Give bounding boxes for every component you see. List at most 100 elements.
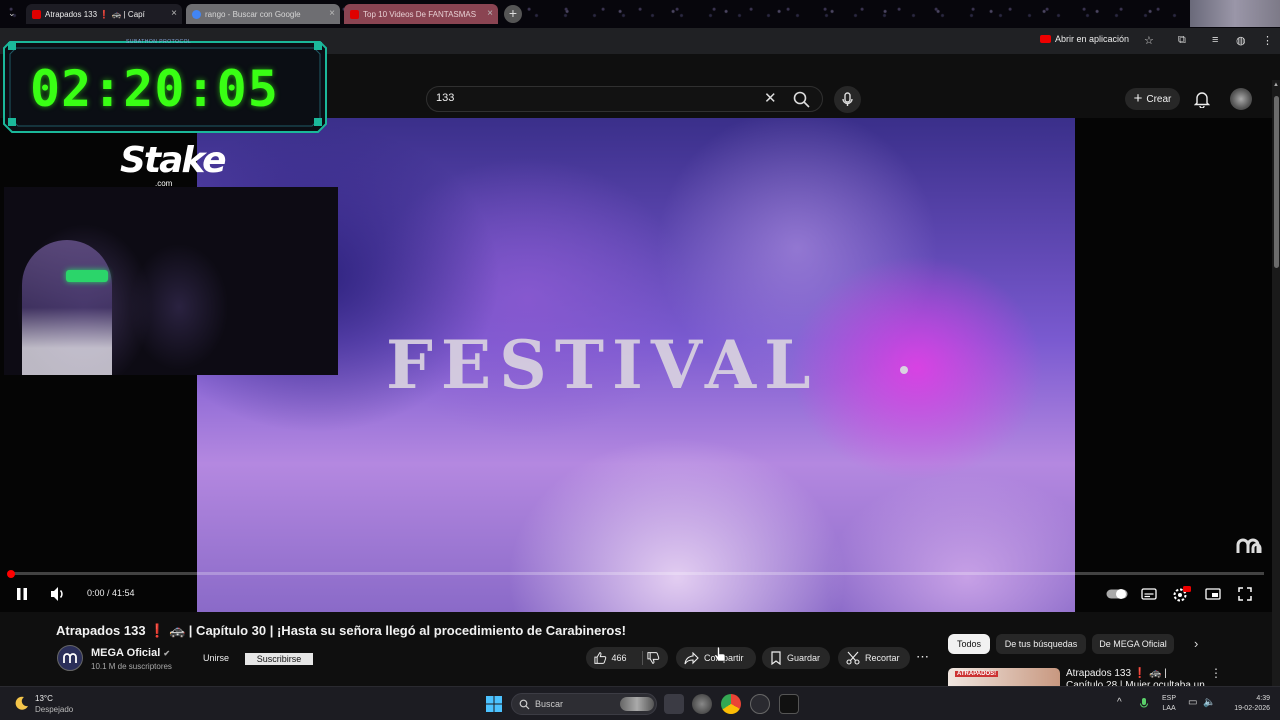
streamer-glasses: [66, 270, 108, 282]
pause-icon[interactable]: [16, 587, 28, 601]
youtube-favicon-icon: [32, 9, 41, 19]
save-label: Guardar: [787, 653, 821, 663]
close-tab-icon[interactable]: ×: [171, 8, 177, 19]
subscribe-button[interactable]: Suscribirse: [245, 653, 313, 665]
video-frame-dot: [900, 366, 908, 374]
fullscreen-icon[interactable]: [1238, 587, 1252, 601]
youtube-app-icon: [1040, 35, 1051, 43]
video-title-rest: 🚓 | Capítulo 30 | ¡Hasta su señora llegó…: [165, 623, 626, 638]
like-icon[interactable]: [594, 651, 607, 665]
clear-search-icon[interactable]: ✕: [764, 89, 777, 107]
save-button[interactable]: Guardar: [762, 647, 830, 669]
browser-menu-icon[interactable]: ⋮: [1262, 34, 1273, 47]
tray-overflow-chevron-icon[interactable]: ^: [1117, 697, 1122, 708]
channel-avatar[interactable]: [57, 645, 83, 671]
join-button[interactable]: Unirse: [195, 653, 237, 665]
tab-fantasmas[interactable]: Top 10 Videos De FANTASMAS ×: [344, 4, 498, 24]
timer-label: SUBATHON PROTOCOL: [126, 39, 192, 45]
extensions-icon[interactable]: ⧉: [1178, 34, 1186, 47]
window-thumbnail: [1190, 0, 1280, 27]
scroll-up-arrow-icon[interactable]: ▲: [1273, 82, 1279, 88]
mouse-cursor-icon: [714, 646, 726, 662]
dislike-icon[interactable]: [647, 651, 660, 665]
thumbnail-tag: ATRAPADOS!: [955, 671, 999, 677]
speaker-icon[interactable]: 🔈: [1203, 697, 1215, 708]
autoplay-toggle-icon[interactable]: [1106, 588, 1128, 600]
create-button[interactable]: + Crear: [1125, 88, 1180, 110]
user-avatar[interactable]: [1230, 88, 1252, 110]
search-highlight-image: [620, 697, 654, 711]
progress-bar[interactable]: [10, 572, 1264, 575]
tab-atrapados[interactable]: Atrapados 133 ❗ 🚓 | Capí ×: [26, 4, 182, 24]
verified-badge-icon: ✔: [163, 649, 171, 658]
more-actions-button[interactable]: ⋯: [916, 649, 929, 665]
scissors-icon: [846, 651, 860, 665]
taskbar-search-label: Buscar: [535, 699, 564, 709]
profile-icon[interactable]: ◍: [1236, 34, 1246, 47]
taskbar-clock[interactable]: 4:39 19-02-2026: [1226, 694, 1270, 714]
language-indicator[interactable]: ESP LAA: [1162, 694, 1176, 714]
clock-time: 4:39: [1256, 695, 1270, 702]
subathon-timer: 02:20:05: [30, 60, 279, 118]
task-view-icon[interactable]: [664, 694, 684, 714]
channel-name-text[interactable]: MEGA Oficial: [91, 647, 160, 659]
reading-list-icon[interactable]: ≡: [1212, 34, 1218, 46]
streamer-figure: [22, 240, 112, 375]
moon-weather-icon[interactable]: [14, 695, 30, 711]
like-divider: [641, 651, 643, 665]
clock-date: 19-02-2026: [1234, 705, 1270, 712]
taskbar-search-icon: [519, 699, 530, 710]
search-query[interactable]: 133: [436, 92, 454, 104]
new-tab-button[interactable]: +: [504, 5, 522, 23]
bookmark-star-icon[interactable]: ☆: [1144, 34, 1154, 47]
weather-temperature[interactable]: 13°C: [35, 694, 53, 703]
subtitles-icon[interactable]: [1141, 588, 1157, 600]
chip-from-searches[interactable]: De tus búsquedas: [996, 634, 1086, 654]
network-icon[interactable]: ▭: [1188, 697, 1197, 708]
save-bookmark-icon: [771, 651, 781, 665]
close-tab-icon[interactable]: ×: [329, 8, 335, 19]
progress-scrubber[interactable]: [7, 570, 15, 578]
settings-gear-icon[interactable]: [1172, 585, 1192, 603]
recommendation-menu-icon[interactable]: ⋮: [1210, 666, 1222, 680]
language-code: ESP: [1162, 695, 1177, 702]
video-title-prefix: Atrapados 133: [56, 623, 150, 638]
tab-title: Atrapados 133 ❗ 🚓 | Capí: [45, 9, 145, 19]
voice-search-button[interactable]: [834, 86, 861, 113]
weather-description[interactable]: Despejado: [35, 705, 73, 714]
stake-logo: Stake: [120, 140, 227, 181]
epic-games-icon[interactable]: [779, 694, 799, 714]
open-in-app-button[interactable]: Abrir en aplicación: [1040, 34, 1129, 44]
scrollbar-thumb[interactable]: [1274, 96, 1279, 268]
close-tab-icon[interactable]: ×: [487, 8, 493, 19]
chip-all[interactable]: Todos: [948, 634, 990, 654]
plus-icon: +: [1133, 90, 1143, 107]
video-frame-text: FESTIVAL: [386, 326, 819, 404]
open-in-app-label: Abrir en aplicación: [1055, 34, 1130, 44]
media-player-icon[interactable]: [750, 694, 770, 714]
share-icon: [684, 651, 699, 664]
like-count[interactable]: 466: [612, 653, 627, 663]
theater-mode-icon[interactable]: [1205, 588, 1221, 600]
tab-search-chevron-icon[interactable]: ⌄: [8, 8, 16, 19]
clip-label: Recortar: [865, 653, 900, 663]
chrome-icon[interactable]: [721, 694, 741, 714]
volume-icon[interactable]: [49, 586, 67, 602]
search-icon[interactable]: [792, 90, 812, 110]
tab-title: Top 10 Videos De FANTASMAS: [363, 9, 477, 19]
clip-button[interactable]: Recortar: [838, 647, 910, 669]
chips-next-chevron-icon[interactable]: ›: [1194, 636, 1198, 651]
mega-channel-icon: [63, 653, 77, 663]
video-title: Atrapados 133 ❗ 🚓 | Capítulo 30 | ¡Hasta…: [56, 623, 626, 639]
create-label: Crear: [1146, 93, 1172, 105]
tab-title: rango - Buscar con Google: [205, 9, 301, 19]
subscriber-count: 10.1 M de suscriptores: [91, 662, 172, 671]
time-display: 0:00 / 41:54: [87, 588, 135, 598]
channel-name[interactable]: MEGA Oficial ✔: [91, 647, 170, 659]
chip-from-mega[interactable]: De MEGA Oficial: [1092, 634, 1174, 654]
app-icon[interactable]: [692, 694, 712, 714]
tray-microphone-icon[interactable]: [1139, 697, 1149, 711]
tab-google-search[interactable]: rango - Buscar con Google ×: [186, 4, 340, 24]
notifications-bell-icon[interactable]: [1194, 90, 1210, 108]
windows-start-icon[interactable]: [485, 695, 503, 713]
